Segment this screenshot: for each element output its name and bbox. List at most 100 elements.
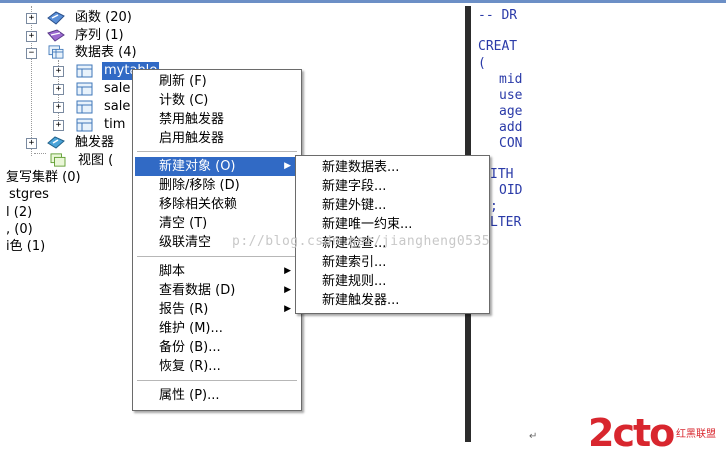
watermark: p://blog.csdn.net/jiangheng0535 [232,234,491,249]
triangle-right-icon: ▶ [284,266,291,276]
tree-label: stgres [9,187,49,202]
tree-node-functions[interactable]: + 函数 (20) [0,9,200,27]
expand-icon[interactable]: + [53,120,64,131]
sql-line: CON [499,136,523,151]
tree-label: tim [104,117,126,132]
tree-label: sale [104,99,131,114]
menu-label: 禁用触发器 [159,112,225,127]
tree-label: 序列 (1) [75,28,124,43]
sql-line: ITH [490,167,514,182]
return-mark: ↵ [529,431,538,442]
triangle-right-icon: ▶ [284,161,291,171]
submenu-item-new-foreign-key[interactable]: 新建外键... [298,196,487,215]
menu-item-refresh[interactable]: 刷新 (F) [135,72,299,91]
tree-label: l (2) [6,205,33,220]
menu-label: 备份 (B)... [159,340,221,355]
menu-item-count[interactable]: 计数 (C) [135,91,299,110]
collapse-icon[interactable]: − [26,48,37,59]
menu-label: 新建字段... [322,179,387,194]
menu-separator [137,256,297,257]
tree-label: , (0) [6,222,33,237]
menu-label: 新建触发器... [322,293,400,308]
menu-label: 清空 (T) [159,216,208,231]
trigger-icon [47,136,65,149]
tree-label: 视图 ( [78,153,114,168]
expand-icon[interactable]: + [53,66,64,77]
sql-line: add [499,120,523,135]
table-icon [76,82,93,96]
menu-item-view-data[interactable]: 查看数据 (D) ▶ [135,281,299,300]
submenu-item-new-rule[interactable]: 新建规则... [298,272,487,291]
menu-item-maintain[interactable]: 维护 (M)... [135,319,299,338]
tree-node-tables[interactable]: − 数据表 (4) [0,44,200,62]
expand-icon[interactable]: + [53,102,64,113]
submenu-item-new-unique[interactable]: 新建唯一约束... [298,215,487,234]
menu-label: 启用触发器 [159,131,225,146]
tree-label: 数据表 (4) [75,45,137,60]
expand-icon[interactable]: + [26,31,37,42]
sql-line: OID [499,183,523,198]
menu-label: 新建索引... [322,255,387,270]
menu-item-remove-deps[interactable]: 移除相关依赖 [135,195,299,214]
submenu-item-new-table[interactable]: 新建数据表... [298,158,487,177]
menu-label: 新建数据表... [322,160,400,175]
menu-item-script[interactable]: 脚本 ▶ [135,262,299,281]
top-border [0,0,726,3]
expand-icon[interactable]: + [26,13,37,24]
menu-label: 属性 (P)... [159,388,220,403]
menu-item-clear[interactable]: 清空 (T) [135,214,299,233]
tree-label: 触发器 [75,135,115,150]
sql-line: mid [499,72,523,87]
menu-label: 新建规则... [322,274,387,289]
function-icon [47,11,65,25]
tree-node-sequences[interactable]: + 序列 (1) [0,27,200,45]
menu-item-new-object[interactable]: 新建对象 (O) ▶ [135,157,299,176]
sql-line: LTER [490,215,522,230]
sql-line: CREAT [478,39,518,54]
expand-icon[interactable]: + [26,138,37,149]
menu-item-report[interactable]: 报告 (R) ▶ [135,300,299,319]
menu-item-properties[interactable]: 属性 (P)... [135,386,299,405]
expand-icon[interactable]: + [53,84,64,95]
submenu-item-new-column[interactable]: 新建字段... [298,177,487,196]
menu-separator [137,151,297,152]
menu-item-delete[interactable]: 删除/移除 (D) [135,176,299,195]
tree-label: i色 (1) [6,239,46,254]
menu-label: 刷新 (F) [159,74,207,89]
table-icon [76,118,93,132]
submenu-item-new-trigger[interactable]: 新建触发器... [298,291,487,310]
menu-separator [137,380,297,381]
menu-item-restore[interactable]: 恢复 (R)... [135,357,299,376]
sql-line: ( [478,56,486,71]
table-icon [76,100,93,114]
submenu-item-new-index[interactable]: 新建索引... [298,253,487,272]
menu-item-enable-triggers[interactable]: 启用触发器 [135,129,299,148]
menu-label: 级联清空 [159,235,212,250]
menu-label: 新建唯一约束... [322,217,413,232]
menu-label: 报告 (R) [159,302,209,317]
tables-icon [48,45,64,59]
logo-subtext: 红黑联盟 [676,429,716,440]
sql-line: age [499,104,523,119]
menu-item-backup[interactable]: 备份 (B)... [135,338,299,357]
view-icon [50,153,66,167]
logo-text: 2cto [588,411,675,455]
sequence-icon [47,29,65,42]
menu-label: 移除相关依赖 [159,197,238,212]
triangle-right-icon: ▶ [284,304,291,314]
menu-label: 计数 (C) [159,93,209,108]
tree-label: 函数 (20) [75,10,132,25]
tree-label: 复写集群 (0) [6,170,81,185]
menu-item-disable-triggers[interactable]: 禁用触发器 [135,110,299,129]
menu-label: 恢复 (R)... [159,359,221,374]
sql-line: use [499,88,523,103]
table-icon [76,64,93,78]
triangle-right-icon: ▶ [284,285,291,295]
menu-label: 维护 (M)... [159,321,223,336]
menu-label: 查看数据 (D) [159,283,236,298]
tree-label: sale [104,81,131,96]
sql-line: -- DR [478,8,518,23]
menu-label: 新建对象 (O) [159,159,236,174]
menu-label: 新建外键... [322,198,387,213]
menu-label: 脚本 [159,264,186,279]
